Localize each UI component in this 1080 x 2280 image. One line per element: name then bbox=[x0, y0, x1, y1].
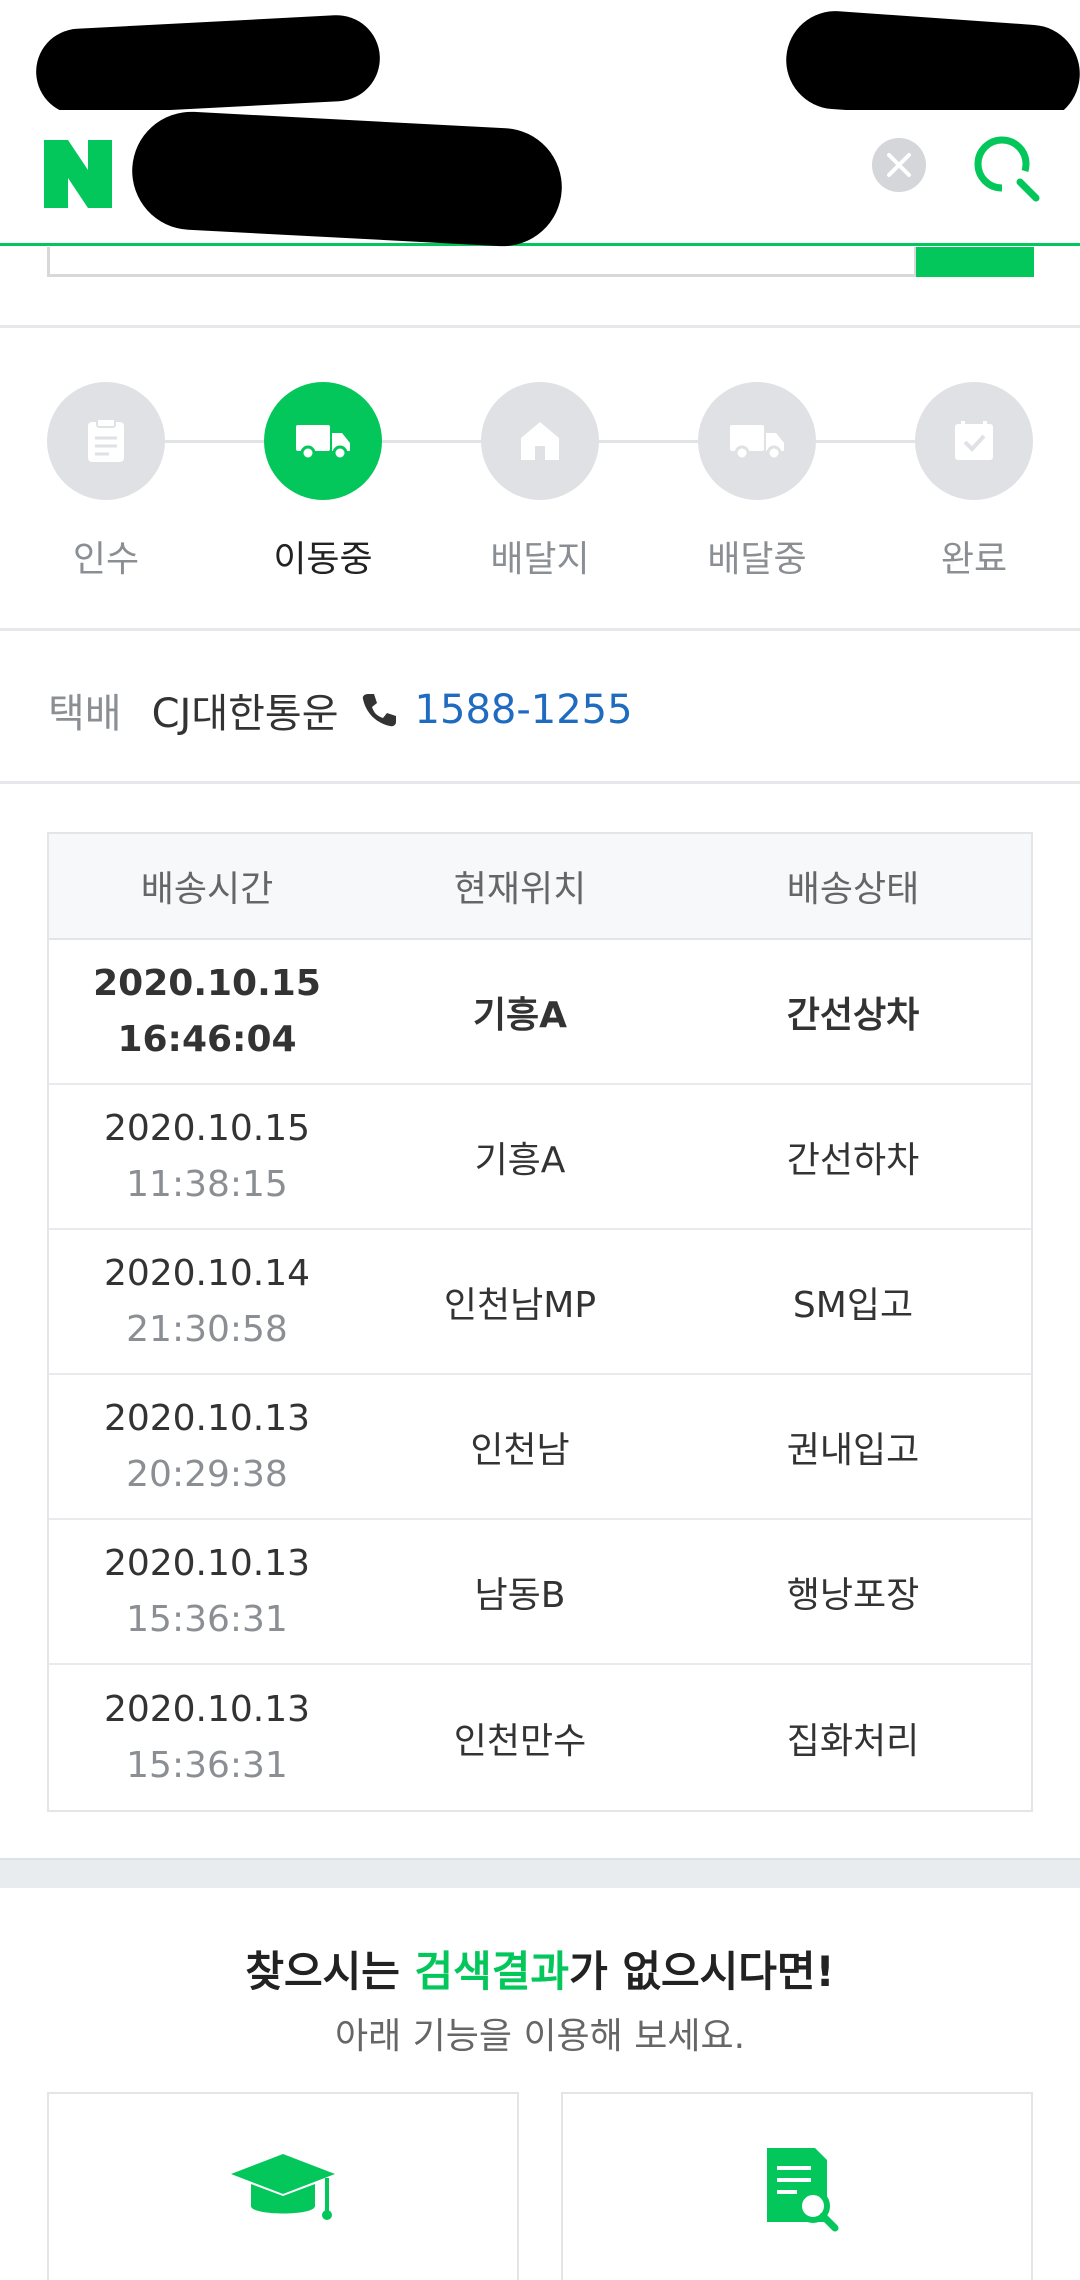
graduation-cap-icon bbox=[231, 2154, 335, 2220]
search-icon[interactable] bbox=[968, 130, 1044, 206]
row-date: 2020.10.14 bbox=[103, 1252, 311, 1294]
row-date: 2020.10.13 bbox=[103, 1542, 311, 1584]
row-location: 인천남MP bbox=[443, 1284, 597, 1326]
row-date: 2020.10.15 bbox=[93, 962, 321, 1004]
row-status: 간선상차 bbox=[786, 994, 920, 1036]
row-time: 2020.10.13 20:29:38 bbox=[49, 1375, 365, 1518]
row-time: 2020.10.14 21:30:58 bbox=[49, 1230, 365, 1373]
not-found-subtitle: 아래 기능을 이용해 보세요. bbox=[334, 2016, 746, 2057]
feature-card-education[interactable] bbox=[47, 2092, 519, 2280]
step-destination: 배달지 bbox=[460, 382, 620, 582]
row-time: 2020.10.15 16:46:04 bbox=[49, 940, 365, 1083]
not-found-title-pre: 찾으시는 bbox=[245, 1947, 415, 1996]
step-in-transit: 이동중 bbox=[243, 382, 403, 582]
row-location: 인천만수 bbox=[453, 1720, 587, 1762]
step-label: 인수 bbox=[72, 539, 140, 580]
tracking-table: 배송시간 현재위치 배송상태 2020.10.15 16:46:04 기흥A 간… bbox=[47, 832, 1033, 1812]
row-status: 간선하차 bbox=[786, 1139, 920, 1181]
row-clock: 11:38:15 bbox=[126, 1163, 288, 1205]
divider bbox=[0, 628, 1080, 631]
receipt-icon bbox=[88, 418, 124, 462]
redacted-status-right bbox=[782, 7, 1080, 127]
clear-search-button[interactable] bbox=[872, 138, 926, 192]
row-date: 2020.10.13 bbox=[103, 1688, 311, 1730]
row-status: 집화처리 bbox=[786, 1720, 920, 1762]
courier-name: CJ대한통운 bbox=[151, 691, 339, 737]
truck-icon bbox=[296, 425, 350, 461]
divider bbox=[0, 325, 1080, 328]
table-header: 배송시간 현재위치 배송상태 bbox=[49, 834, 1031, 940]
row-clock: 15:36:31 bbox=[126, 1598, 288, 1640]
row-time: 2020.10.13 15:36:31 bbox=[49, 1520, 365, 1663]
row-status: 권내입고 bbox=[786, 1429, 920, 1471]
document-search-icon bbox=[767, 2148, 839, 2232]
not-found-title-highlight: 검색결과 bbox=[414, 1947, 570, 1996]
search-box-edge bbox=[47, 247, 917, 277]
header-location: 현재위치 bbox=[453, 869, 587, 910]
search-submit-edge bbox=[916, 247, 1034, 277]
check-icon bbox=[955, 421, 993, 460]
courier-label: 택배 bbox=[48, 691, 122, 737]
courier-phone-link[interactable]: 1588-1255 bbox=[415, 687, 633, 733]
status-bar bbox=[0, 0, 1080, 127]
row-clock: 20:29:38 bbox=[126, 1453, 288, 1495]
step-label: 배달중 bbox=[707, 539, 807, 580]
row-time: 2020.10.15 11:38:15 bbox=[49, 1085, 365, 1228]
row-clock: 15:36:31 bbox=[126, 1744, 288, 1786]
header-time: 배송시간 bbox=[140, 869, 274, 910]
redacted-status-left bbox=[33, 13, 383, 117]
row-location: 남동B bbox=[474, 1574, 566, 1616]
row-time: 2020.10.13 15:36:31 bbox=[49, 1665, 365, 1810]
redacted-search-query bbox=[129, 108, 565, 250]
naver-logo-icon[interactable] bbox=[44, 140, 112, 208]
row-clock: 16:46:04 bbox=[117, 1018, 297, 1060]
row-location: 기흥A bbox=[472, 994, 568, 1036]
step-circle bbox=[698, 382, 816, 500]
header-status: 배송상태 bbox=[786, 869, 920, 910]
delivery-progress: 인수 이동중 배달지 배달중 완료 bbox=[46, 382, 1034, 582]
step-circle bbox=[264, 382, 382, 500]
step-circle bbox=[915, 382, 1033, 500]
row-clock: 21:30:58 bbox=[126, 1308, 288, 1350]
table-row: 2020.10.15 16:46:04 기흥A 간선상차 bbox=[49, 940, 1031, 1085]
row-status: 행낭포장 bbox=[786, 1574, 920, 1616]
table-row: 2020.10.13 15:36:31 남동B 행낭포장 bbox=[49, 1520, 1031, 1665]
not-found-title: 찾으시는 검색결과가 없으시다면! bbox=[0, 1938, 1080, 1999]
row-date: 2020.10.13 bbox=[103, 1397, 311, 1439]
row-status: SM입고 bbox=[792, 1284, 914, 1326]
divider bbox=[0, 781, 1080, 784]
row-location: 기흥A bbox=[474, 1139, 566, 1181]
step-circle bbox=[481, 382, 599, 500]
step-label: 이동중 bbox=[273, 539, 373, 580]
house-icon bbox=[521, 422, 559, 460]
step-label: 배달지 bbox=[490, 539, 590, 580]
step-out-for-delivery: 배달중 bbox=[677, 382, 837, 582]
row-date: 2020.10.15 bbox=[103, 1107, 311, 1149]
phone-icon bbox=[362, 694, 396, 727]
table-row: 2020.10.15 11:38:15 기흥A 간선하차 bbox=[49, 1085, 1031, 1230]
search-header bbox=[0, 108, 1080, 250]
not-found-title-post: 가 없으시다면! bbox=[569, 1947, 835, 1996]
feature-card-search-doc[interactable] bbox=[561, 2092, 1033, 2280]
table-row: 2020.10.14 21:30:58 인천남MP SM입고 bbox=[49, 1230, 1031, 1375]
section-separator bbox=[0, 1858, 1080, 1888]
table-row: 2020.10.13 15:36:31 인천만수 집화처리 bbox=[49, 1665, 1031, 1810]
table-row: 2020.10.13 20:29:38 인천남 권내입고 bbox=[49, 1375, 1031, 1520]
truck-icon bbox=[730, 425, 784, 461]
row-location: 인천남 bbox=[470, 1429, 570, 1471]
close-icon bbox=[887, 153, 911, 177]
courier-info: 택배 CJ대한통운 1588-1255 bbox=[48, 680, 633, 740]
step-label: 완료 bbox=[940, 539, 1008, 580]
step-completed: 완료 bbox=[894, 382, 1054, 582]
step-received: 인수 bbox=[26, 382, 186, 582]
step-circle bbox=[47, 382, 165, 500]
